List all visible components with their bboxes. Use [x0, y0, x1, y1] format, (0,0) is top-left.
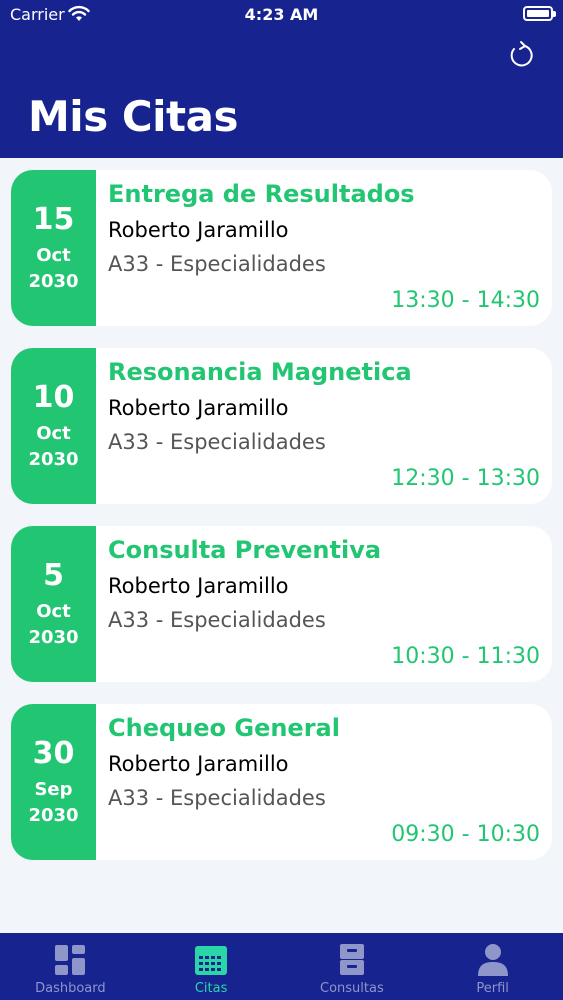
tab-label: Consultas — [320, 981, 384, 996]
appointment-date: 10 Oct 2030 — [11, 348, 96, 504]
date-month: Sep — [34, 779, 73, 800]
appointment-date: 30 Sep 2030 — [11, 704, 96, 860]
appointment-time: 13:30 - 14:30 — [391, 288, 540, 313]
tab-consultas[interactable]: Consultas — [282, 933, 423, 1000]
date-month: Oct — [36, 423, 71, 444]
date-year: 2030 — [28, 449, 79, 470]
status-bar: Carrier 4:23 AM — [0, 0, 563, 30]
appointment-card[interactable]: 10 Oct 2030 Resonancia Magnetica Roberto… — [11, 348, 552, 504]
header: Carrier 4:23 AM Mis Citas — [0, 0, 563, 158]
appointment-info: Chequeo General Roberto Jaramillo A33 - … — [96, 704, 552, 860]
date-day: 15 — [32, 202, 75, 237]
appointment-doctor: Roberto Jaramillo — [108, 752, 289, 776]
appointment-card[interactable]: 30 Sep 2030 Chequeo General Roberto Jara… — [11, 704, 552, 860]
date-day: 30 — [32, 736, 75, 771]
date-year: 2030 — [28, 805, 79, 826]
appointment-doctor: Roberto Jaramillo — [108, 396, 289, 420]
date-month: Oct — [36, 245, 71, 266]
appointment-card[interactable]: 5 Oct 2030 Consulta Preventiva Roberto J… — [11, 526, 552, 682]
tab-perfil[interactable]: Perfil — [422, 933, 563, 1000]
tab-label: Dashboard — [35, 981, 106, 996]
tab-dashboard[interactable]: Dashboard — [0, 933, 141, 1000]
tab-citas[interactable]: Citas — [141, 933, 282, 1000]
appointment-title: Resonancia Magnetica — [108, 358, 412, 386]
appointment-location: A33 - Especialidades — [108, 608, 326, 632]
appointment-location: A33 - Especialidades — [108, 430, 326, 454]
appointment-date: 15 Oct 2030 — [11, 170, 96, 326]
date-day: 10 — [32, 380, 75, 415]
appointment-info: Entrega de Resultados Roberto Jaramillo … — [96, 170, 552, 326]
appointment-doctor: Roberto Jaramillo — [108, 574, 289, 598]
dashboard-icon — [55, 945, 86, 975]
status-time: 4:23 AM — [244, 5, 319, 24]
appointment-location: A33 - Especialidades — [108, 786, 326, 810]
appointment-info: Resonancia Magnetica Roberto Jaramillo A… — [96, 348, 552, 504]
appointment-info: Consulta Preventiva Roberto Jaramillo A3… — [96, 526, 552, 682]
appointment-list: 15 Oct 2030 Entrega de Resultados Robert… — [11, 170, 552, 882]
appointment-time: 10:30 - 11:30 — [391, 644, 540, 669]
battery-icon — [523, 6, 556, 21]
user-icon — [477, 944, 508, 976]
cabinet-icon — [339, 944, 364, 975]
appointment-date: 5 Oct 2030 — [11, 526, 96, 682]
appointment-card[interactable]: 15 Oct 2030 Entrega de Resultados Robert… — [11, 170, 552, 326]
date-year: 2030 — [28, 627, 79, 648]
date-month: Oct — [36, 601, 71, 622]
appointment-title: Entrega de Resultados — [108, 180, 415, 208]
date-year: 2030 — [28, 271, 79, 292]
tab-bar: Dashboard Citas Consultas Perfil — [0, 933, 563, 1000]
tab-label: Citas — [194, 981, 228, 996]
tab-label: Perfil — [476, 981, 509, 996]
appointment-title: Consulta Preventiva — [108, 536, 382, 564]
appointment-doctor: Roberto Jaramillo — [108, 218, 289, 242]
date-day: 5 — [43, 558, 64, 593]
refresh-icon[interactable] — [505, 40, 535, 70]
calendar-icon — [195, 946, 228, 975]
appointment-location: A33 - Especialidades — [108, 252, 326, 276]
appointment-time: 12:30 - 13:30 — [391, 466, 540, 491]
appointment-title: Chequeo General — [108, 714, 340, 742]
appointment-time: 09:30 - 10:30 — [391, 822, 540, 847]
page-title: Mis Citas — [28, 92, 238, 141]
